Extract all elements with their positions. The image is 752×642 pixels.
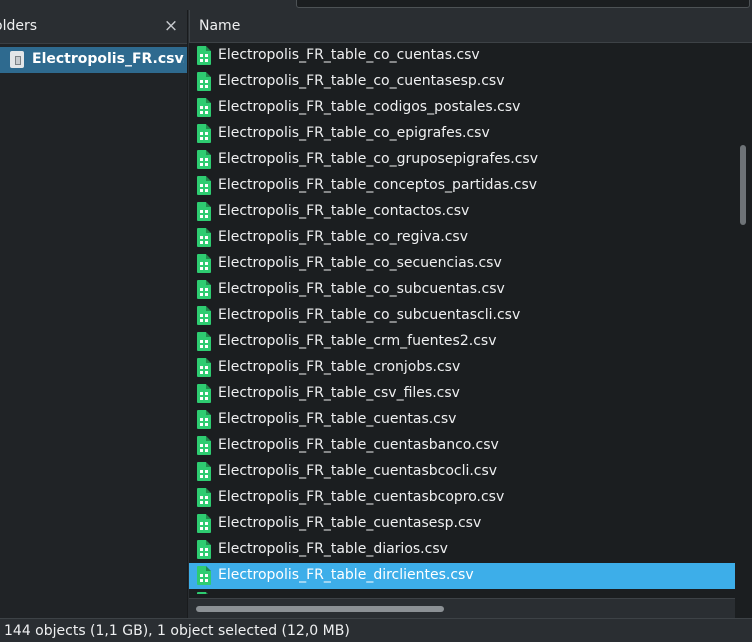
folders-title: olders xyxy=(0,18,38,34)
file-row[interactable]: Electropolis_FR_table_csv_files.csv xyxy=(189,381,735,407)
csv-file-icon xyxy=(197,98,211,117)
folders-header: olders × xyxy=(0,10,187,44)
csv-file-icon xyxy=(197,228,211,247)
status-bar: 144 objects (1,1 GB), 1 object selected … xyxy=(0,618,752,642)
file-name: Electropolis_FR_table_dirclientes.csv xyxy=(218,567,474,583)
file-row[interactable]: Electropolis_FR_table_crm_fuentes2.csv xyxy=(189,329,735,355)
file-name: Electropolis_FR_table_cuentasbanco.csv xyxy=(218,437,499,453)
file-row[interactable]: Electropolis_FR_table_divisas.csv xyxy=(189,589,735,594)
file-row[interactable]: Electropolis_FR_table_co_secuencias.csv xyxy=(189,251,735,277)
horizontal-scrollbar[interactable] xyxy=(189,598,735,619)
csv-file-icon xyxy=(197,332,211,351)
csv-file-icon xyxy=(197,566,211,585)
file-row[interactable]: Electropolis_FR_table_cuentasesp.csv xyxy=(189,511,735,537)
csv-file-icon xyxy=(197,176,211,195)
file-row[interactable]: Electropolis_FR_table_cuentas.csv xyxy=(189,407,735,433)
file-name: Electropolis_FR_table_cuentas.csv xyxy=(218,411,457,427)
top-strip xyxy=(0,0,752,10)
file-row[interactable]: Electropolis_FR_table_cuentasbcopro.csv xyxy=(189,485,735,511)
csv-file-icon xyxy=(197,592,211,594)
file-row[interactable]: Electropolis_FR_table_cuentasbcocli.csv xyxy=(189,459,735,485)
csv-file-icon xyxy=(197,384,211,403)
file-row[interactable]: Electropolis_FR_table_contactos.csv xyxy=(189,199,735,225)
file-row[interactable]: Electropolis_FR_table_conceptos_partidas… xyxy=(189,173,735,199)
file-name: Electropolis_FR_table_diarios.csv xyxy=(218,541,448,557)
file-name: Electropolis_FR_table_co_secuencias.csv xyxy=(218,255,502,271)
file-name: Electropolis_FR_table_csv_files.csv xyxy=(218,385,460,401)
folders-panel: olders × Electropolis_FR.csv.... xyxy=(0,10,188,618)
csv-file-icon xyxy=(197,124,211,143)
archive-manager-window: olders × Electropolis_FR.csv.... Name El… xyxy=(0,0,752,642)
file-name: Electropolis_FR_table_co_subcuentascli.c… xyxy=(218,307,521,323)
file-row[interactable]: Electropolis_FR_table_co_epigrafes.csv xyxy=(189,121,735,147)
file-row[interactable]: Electropolis_FR_table_co_gruposepigrafes… xyxy=(189,147,735,173)
csv-file-icon xyxy=(197,280,211,299)
file-list: Electropolis_FR_table_co_cuentas.csv Elec… xyxy=(189,43,735,594)
csv-file-icon xyxy=(197,150,211,169)
file-name: Electropolis_FR_table_co_cuentas.csv xyxy=(218,47,480,63)
status-text: 144 objects (1,1 GB), 1 object selected … xyxy=(4,623,350,639)
csv-file-icon xyxy=(197,410,211,429)
folder-item-label: Electropolis_FR.csv.... xyxy=(32,51,184,67)
csv-file-icon xyxy=(197,202,211,221)
csv-file-icon xyxy=(197,488,211,507)
location-field[interactable] xyxy=(296,0,750,8)
file-name: Electropolis_FR_table_co_subcuentas.csv xyxy=(218,281,505,297)
csv-file-icon xyxy=(197,514,211,533)
file-name: Electropolis_FR_table_conceptos_partidas… xyxy=(218,177,538,193)
folder-item-archive[interactable]: Electropolis_FR.csv.... xyxy=(0,47,187,73)
file-name: Electropolis_FR_table_co_gruposepigrafes… xyxy=(218,151,539,167)
horizontal-scrollbar-thumb[interactable] xyxy=(196,606,444,612)
file-name: Electropolis_FR_table_cuentasesp.csv xyxy=(218,515,482,531)
column-separator xyxy=(189,10,190,42)
csv-file-icon xyxy=(197,306,211,325)
files-header: Name xyxy=(189,10,752,43)
file-name: Electropolis_FR_table_cronjobs.csv xyxy=(218,359,461,375)
csv-file-icon xyxy=(197,358,211,377)
csv-file-icon xyxy=(197,462,211,481)
file-name: Electropolis_FR_table_divisas.csv xyxy=(218,593,449,594)
csv-file-icon xyxy=(197,436,211,455)
file-row[interactable]: Electropolis_FR_table_co_subcuentas.csv xyxy=(189,277,735,303)
file-name: Electropolis_FR_table_cuentasbcocli.csv xyxy=(218,463,498,479)
csv-file-icon xyxy=(197,254,211,273)
file-row[interactable]: Electropolis_FR_table_codigos_postales.c… xyxy=(189,95,735,121)
file-row[interactable]: Electropolis_FR_table_cronjobs.csv xyxy=(189,355,735,381)
file-name: Electropolis_FR_table_contactos.csv xyxy=(218,203,470,219)
file-row[interactable]: Electropolis_FR_table_co_subcuentascli.c… xyxy=(189,303,735,329)
file-name: Electropolis_FR_table_co_epigrafes.csv xyxy=(218,125,490,141)
file-row[interactable]: Electropolis_FR_table_dirclientes.csv xyxy=(189,563,735,589)
vertical-scrollbar[interactable] xyxy=(736,43,752,594)
file-row[interactable]: Electropolis_FR_table_co_cuentasesp.csv xyxy=(189,69,735,95)
file-name: Electropolis_FR_table_codigos_postales.c… xyxy=(218,99,521,115)
file-row[interactable]: Electropolis_FR_table_cuentasbanco.csv xyxy=(189,433,735,459)
csv-file-icon xyxy=(197,540,211,559)
file-name: Electropolis_FR_table_co_regiva.csv xyxy=(218,229,469,245)
archive-icon xyxy=(10,51,24,68)
close-folders-button[interactable]: × xyxy=(160,15,182,37)
csv-file-icon xyxy=(197,46,211,65)
file-row[interactable]: Electropolis_FR_table_co_regiva.csv xyxy=(189,225,735,251)
files-panel: Name Electropolis_FR_table_co_cuentas.cs… xyxy=(189,10,752,619)
file-name: Electropolis_FR_table_crm_fuentes2.csv xyxy=(218,333,497,349)
file-name: Electropolis_FR_table_cuentasbcopro.csv xyxy=(218,489,505,505)
vertical-scrollbar-thumb[interactable] xyxy=(740,145,746,225)
column-header-name[interactable]: Name xyxy=(199,18,240,34)
file-name: Electropolis_FR_table_co_cuentasesp.csv xyxy=(218,73,505,89)
file-row[interactable]: Electropolis_FR_table_diarios.csv xyxy=(189,537,735,563)
file-row[interactable]: Electropolis_FR_table_co_cuentas.csv xyxy=(189,43,735,69)
csv-file-icon xyxy=(197,72,211,91)
